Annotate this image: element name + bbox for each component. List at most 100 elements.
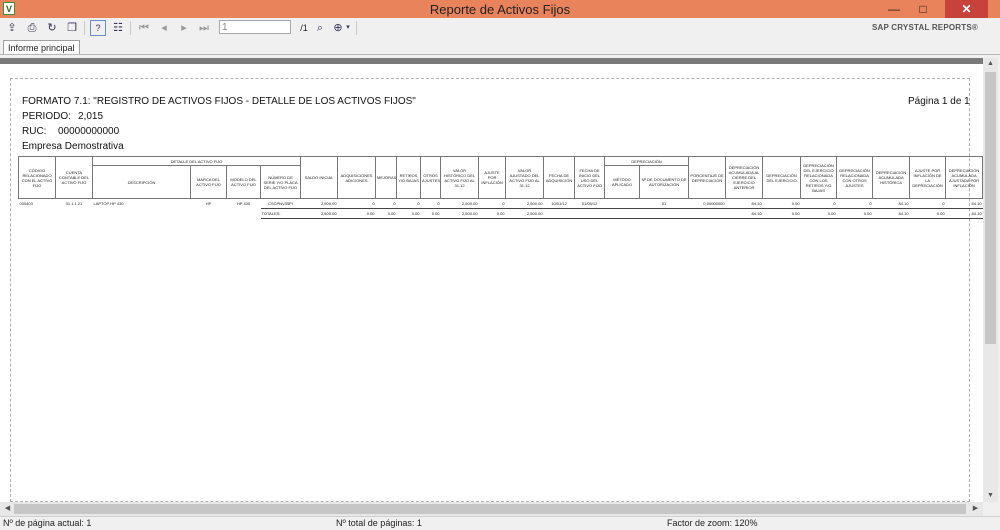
scroll-left-icon[interactable]: ◀ (0, 503, 15, 515)
col-header: VALOR HISTÓRICO DEL ACTIVO FIJO AL 31.12 (440, 156, 480, 199)
chevron-down-icon[interactable]: ▾ (343, 20, 353, 36)
total-cell: 2,500.00 (440, 208, 479, 219)
table-cell: 2,500.00 (320, 201, 337, 206)
total-cell: 0.00 (478, 208, 506, 219)
scroll-right-icon[interactable]: ▶ (968, 503, 983, 515)
tab-informe-principal[interactable]: Informe principal (3, 40, 80, 55)
export-icon[interactable]: ⇪ (4, 20, 20, 36)
col-header: AJUSTE POR INFLACIÓN DE LA DEPRECIACIÓN (909, 156, 947, 199)
col-header: PORCENTAJE DE DEPRECIACIÓN (688, 156, 727, 199)
col-header: MODELO DEL ACTIVO FIJO (226, 165, 261, 199)
total-cell (639, 208, 689, 219)
toolbar-separator (84, 21, 85, 35)
table-cell: LAPTOP HP 430 (93, 201, 124, 207)
total-cell: 0.00 (836, 208, 873, 219)
report-page (10, 78, 970, 502)
totals-spacer (19, 209, 261, 219)
total-cell: 2,500.00 (300, 208, 338, 219)
page-info: Página 1 de 1 (908, 96, 970, 107)
close-button[interactable]: ✕ (945, 0, 988, 18)
total-cell: 0.00 (396, 208, 421, 219)
status-current-page: Nº de página actual: 1 (3, 518, 92, 528)
vertical-scrollbar[interactable]: ▲ ▼ (983, 58, 998, 502)
viewer-top-strip (0, 58, 983, 64)
copy-icon[interactable]: ❐ (64, 20, 80, 36)
toolbar-separator (130, 21, 131, 35)
page-total: /1 (300, 23, 308, 33)
table-cell: 2,500.00 (461, 201, 478, 206)
company-name: Empresa Demostrativa (22, 141, 124, 152)
total-cell: 0.00 (420, 208, 441, 219)
total-cell (688, 208, 726, 219)
total-cell: 84.10 (872, 208, 910, 219)
total-cell: 84.10 (945, 208, 983, 219)
table-cell: 0 (372, 201, 375, 206)
total-cell: 0.00 (337, 208, 376, 219)
periodo-value: 2,015 (78, 111, 104, 122)
report-viewer: FORMATO 7.1: "REGISTRO DE ACTIVOS FIJOS … (0, 58, 983, 502)
last-page-icon[interactable]: ⏭ (196, 20, 212, 36)
first-page-icon[interactable]: ⏮ (136, 20, 152, 36)
col-header: SALDO INICIAL (300, 156, 339, 199)
col-header: MEJORAS (375, 156, 398, 199)
col-header: DEPRECIACIÓN ACUMULADA HISTÓRICA (872, 156, 911, 199)
col-header: FECHA DE ADQUISICIÓN (543, 156, 576, 199)
table-cell: 0 (833, 201, 836, 206)
col-header: DEPRECIACIÓN RELACIONADA CON OTROS AJUST… (836, 156, 874, 199)
maximize-button[interactable]: □ (910, 0, 936, 18)
table-cell: 84.10 (898, 201, 909, 206)
table-cell: HP 430 (236, 201, 251, 207)
table-cell: 84.10 (971, 201, 982, 206)
table-cell: 84.10 (751, 201, 762, 206)
table-cell: 31.1.1.21 (65, 201, 83, 207)
col-header: MARCA DEL ACTIVO FIJO (190, 165, 227, 199)
total-cell: 2,500.00 (505, 208, 544, 219)
previous-page-icon[interactable]: ◂ (156, 20, 172, 36)
report-format-title: FORMATO 7.1: "REGISTRO DE ACTIVOS FIJOS … (22, 96, 416, 107)
table-cell: 01 (661, 201, 667, 206)
total-cell: 0.00 (762, 208, 801, 219)
table-cell: 000403 (19, 201, 33, 207)
scroll-up-icon[interactable]: ▲ (983, 58, 998, 70)
col-header: DEPRECIACIÓN ACUMULADA AJUSTADA POR INFL… (945, 156, 983, 199)
table-cell: 0 (437, 201, 440, 206)
total-cell: 0.00 (909, 208, 946, 219)
table-row: 000403 31.1.1.21 LAPTOP HP 430 HP HP 430… (19, 199, 983, 209)
brand-logo: SAP CRYSTAL REPORTS® (871, 23, 978, 32)
refresh-icon[interactable]: ↻ (44, 20, 60, 36)
total-cell (543, 208, 575, 219)
toolbar-separator (356, 21, 357, 35)
total-cell: 0.00 (375, 208, 397, 219)
horizontal-scrollbar[interactable]: ◀ ▶ (0, 502, 983, 516)
table-cell: 01/05/12 (581, 201, 598, 206)
col-header: AJUSTE POR INFLACIÓN (478, 156, 507, 199)
col-header: CÓDIGO RELACIONADO CON EL ACTIVO FIJO (18, 156, 56, 199)
status-zoom: Factor de zoom: 120% (667, 518, 758, 528)
binoculars-icon[interactable]: ⌕ (312, 20, 328, 36)
col-header: CUENTA CONTABLE DEL ACTIVO FIJO (55, 156, 93, 199)
table-cell: CSCPNV35PI (268, 201, 293, 206)
col-header: ADQUISICIONES ADICIONES (337, 156, 377, 199)
next-page-icon[interactable]: ▸ (176, 20, 192, 36)
totals-label: TOTALES: (260, 208, 301, 219)
col-header: VALOR AJUSTADO DEL ACTIVO FIJO AL 31.12 (505, 156, 545, 199)
vertical-scroll-thumb[interactable] (985, 72, 996, 344)
minimize-button[interactable]: — (881, 0, 907, 18)
window-title: Reporte de Activos Fijos (429, 2, 571, 17)
scroll-down-icon[interactable]: ▼ (983, 490, 998, 502)
periodo-label: PERIODO: (22, 111, 71, 122)
ruc-value: 00000000000 (58, 126, 120, 137)
page-number-input[interactable]: 1 (219, 20, 291, 34)
total-cell (604, 208, 640, 219)
col-header: FECHA DE INICIO DEL USO DEL ACTIVO FIJO (574, 156, 606, 199)
print-icon[interactable]: ⎙ (24, 20, 40, 36)
help-icon[interactable]: ? (90, 20, 106, 36)
table-cell: 0.00 (791, 201, 800, 206)
fixed-assets-table: CÓDIGO RELACIONADO CON EL ACTIVO FIJO CU… (18, 156, 983, 219)
horizontal-scroll-thumb[interactable] (14, 504, 966, 514)
table-cell: 0 (393, 201, 396, 206)
table-cell: HP (205, 201, 212, 207)
group-tree-icon[interactable]: ☷ (110, 20, 126, 36)
table-cell: 0.00000000 (703, 201, 725, 206)
title-bar: V Reporte de Activos Fijos — □ ✕ (0, 0, 1000, 18)
